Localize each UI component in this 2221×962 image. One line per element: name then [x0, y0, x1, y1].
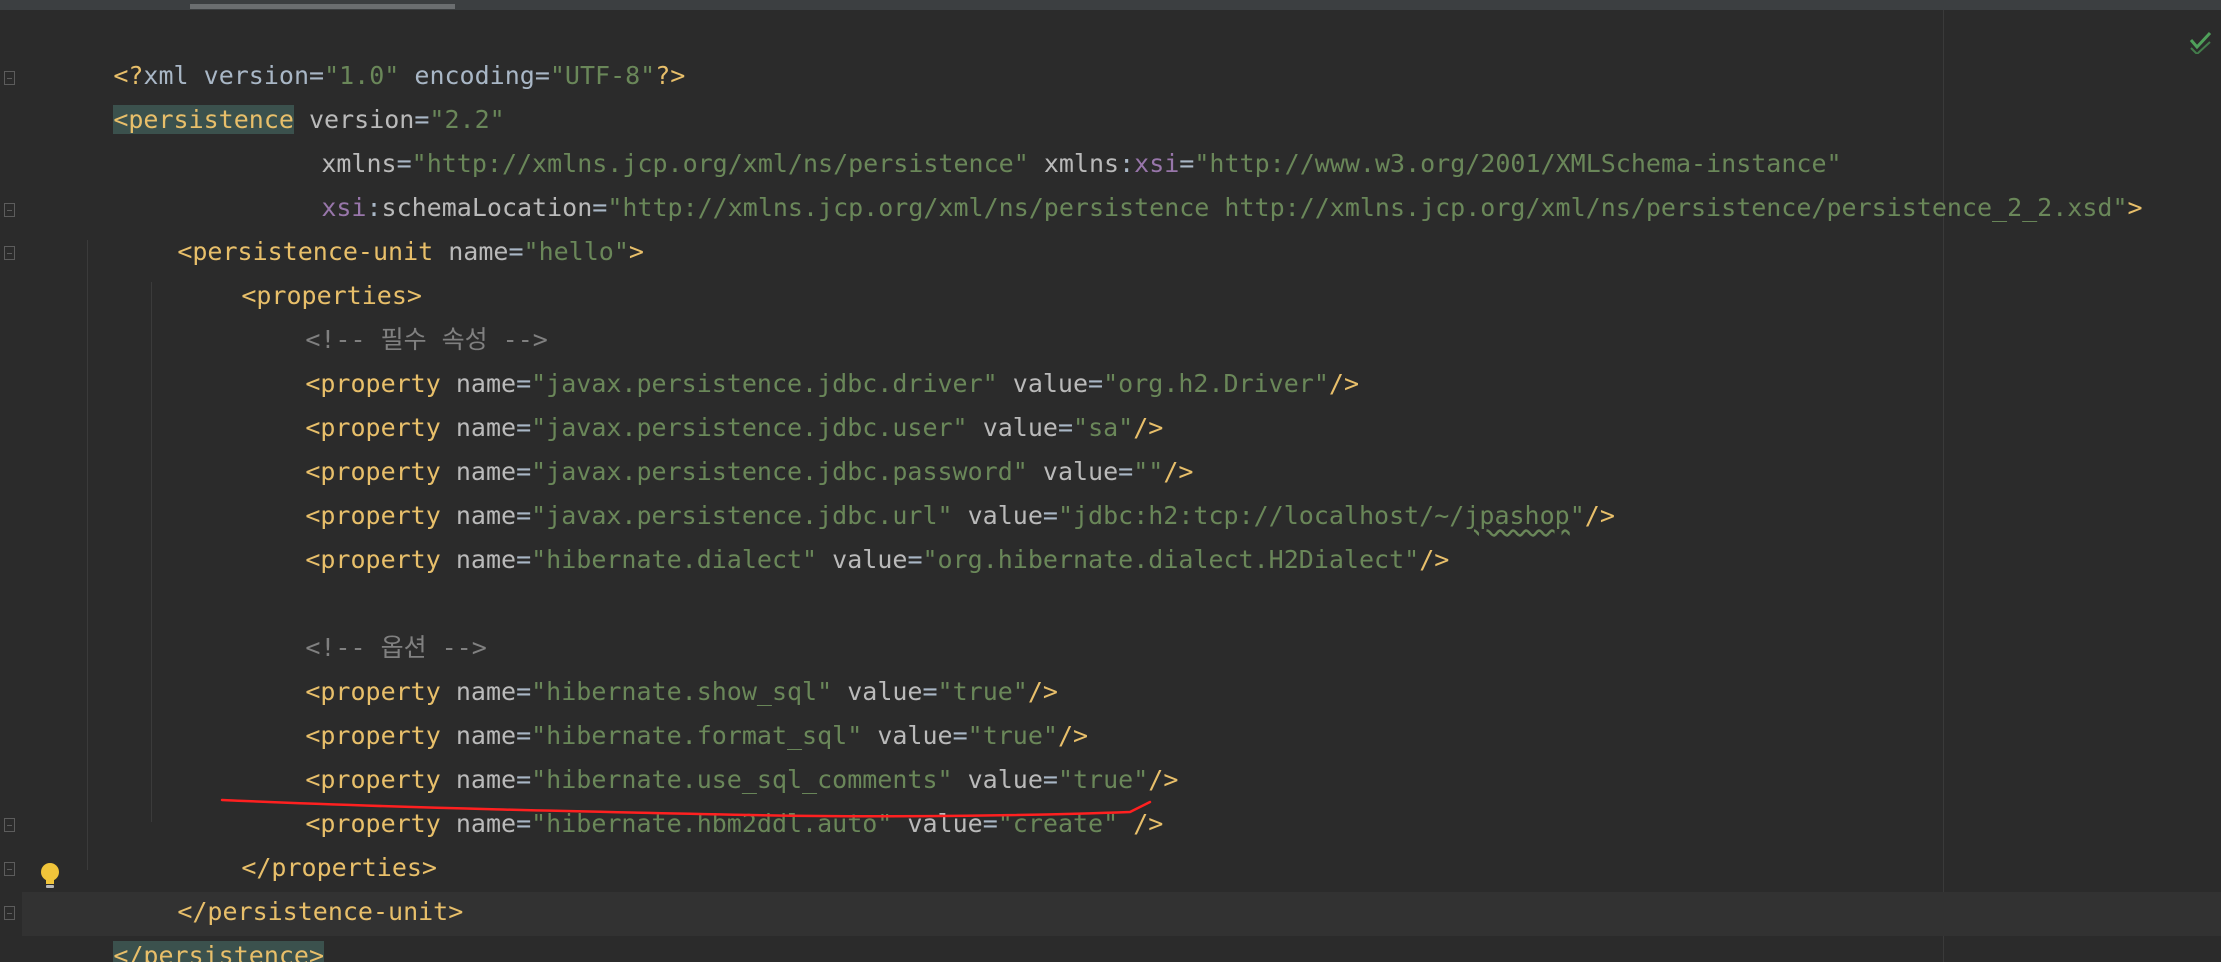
attr-name: name	[448, 237, 509, 266]
code-line[interactable]: <persistence version="2.2"	[23, 54, 505, 134]
indent-guide	[151, 282, 152, 822]
attr-value: "http://xmlns.jcp.org/xml/ns/persistence…	[607, 193, 2128, 222]
fold-marker-icon[interactable]	[4, 203, 15, 217]
fold-marker-icon[interactable]	[4, 862, 15, 876]
attr-value: "create"	[997, 809, 1119, 838]
typo-highlight: jpashop	[1464, 501, 1570, 530]
editor-tab-strip	[0, 0, 2221, 10]
code-line[interactable]: <property name="javax.persistence.jdbc.d…	[215, 318, 1359, 398]
code-line[interactable]: <?xml version="1.0" encoding="UTF-8"?>	[23, 10, 685, 90]
tag-close: />	[1584, 501, 1615, 530]
attr-value: "	[1569, 501, 1585, 530]
lightbulb-icon[interactable]	[38, 861, 62, 891]
code-line[interactable]: <!-- 옵션 -->	[215, 582, 486, 662]
code-line[interactable]: <property name="javax.persistence.jdbc.u…	[215, 450, 1615, 530]
tag-close: >	[2127, 193, 2143, 222]
tag-close: >	[628, 237, 644, 266]
code-line[interactable]: <!-- 필수 속성 -->	[215, 274, 548, 354]
code-line[interactable]: <property name="hibernate.use_sql_commen…	[215, 714, 1178, 794]
attr-value: "UTF-8"	[549, 61, 656, 90]
tag-close: />	[1133, 809, 1164, 838]
code-line[interactable]: <property name="hibernate.hbm2ddl.auto" …	[215, 758, 1163, 838]
attr-value: "hello"	[523, 237, 629, 266]
code-line[interactable]: <property name="javax.persistence.jdbc.p…	[215, 406, 1193, 486]
tag-close: />	[1328, 369, 1359, 398]
attr-name: value	[907, 809, 983, 838]
tag-name: </persistence>	[113, 941, 325, 962]
xml-decl-close: ?>	[655, 61, 686, 90]
attr-name: name	[455, 545, 517, 574]
code-line[interactable]: <property name="javax.persistence.jdbc.u…	[215, 362, 1163, 442]
fold-marker-icon[interactable]	[4, 906, 15, 920]
code-line[interactable]: <property name="hibernate.format_sql" va…	[215, 670, 1088, 750]
indent-guide	[87, 240, 88, 870]
code-line[interactable]: <persistence-unit name="hello">	[87, 186, 644, 266]
fold-marker-icon[interactable]	[4, 818, 15, 832]
attr-name: name	[455, 809, 517, 838]
code-line[interactable]: </persistence>	[23, 890, 325, 962]
fold-marker-icon[interactable]	[4, 246, 15, 260]
code-line[interactable]: </properties>	[151, 802, 437, 882]
active-tab-indicator[interactable]	[190, 4, 455, 9]
attr-value: "hibernate.hbm2ddl.auto"	[531, 809, 893, 838]
tag-name: <property	[305, 545, 441, 574]
attr-name: value	[832, 545, 908, 574]
code-line[interactable]: xsi:schemaLocation="http://xmlns.jcp.org…	[231, 142, 2142, 222]
tag-close: />	[1419, 545, 1450, 574]
code-editor[interactable]: <?xml version="1.0" encoding="UTF-8"?> <…	[0, 0, 2221, 962]
code-line[interactable]: <property name="hibernate.dialect" value…	[215, 494, 1449, 574]
attr-value: "org.hibernate.dialect.H2Dialect"	[922, 545, 1420, 574]
attr-value: "hibernate.dialect"	[531, 545, 818, 574]
code-line[interactable]: </persistence-unit>	[87, 846, 463, 926]
checkmark-icon[interactable]	[2188, 28, 2214, 54]
fold-marker-icon[interactable]	[4, 71, 15, 85]
code-line[interactable]: <property name="hibernate.show_sql" valu…	[215, 626, 1058, 706]
code-line[interactable]: xmlns="http://xmlns.jcp.org/xml/ns/persi…	[231, 98, 1841, 178]
code-line[interactable]: <properties>	[151, 230, 422, 310]
